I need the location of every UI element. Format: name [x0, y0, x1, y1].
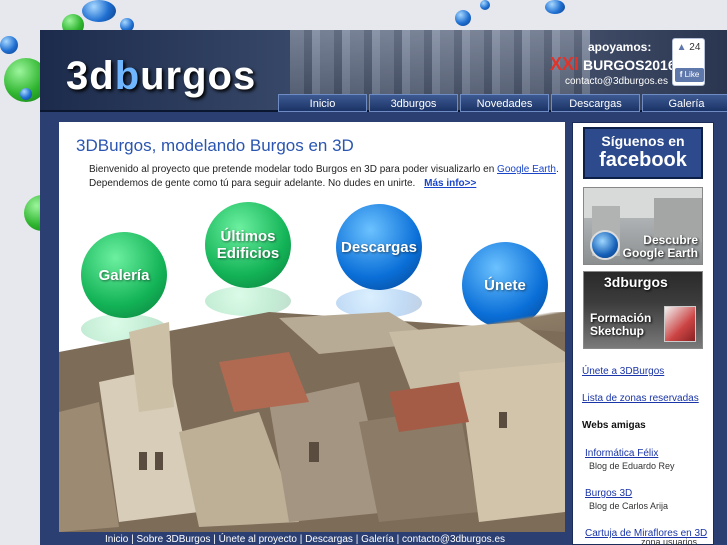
web-amiga-link-1[interactable]: Informática Félix — [585, 448, 658, 459]
fb-like-box[interactable]: ▲ 24 f Like — [672, 38, 705, 86]
galeria-circle-label: Galería — [98, 266, 150, 284]
bubble-decoration — [545, 0, 565, 14]
logo-text-highlight: b — [114, 54, 141, 98]
web-amiga-link-2[interactable]: Burgos 3D — [585, 488, 632, 499]
descargas-circle-button[interactable]: Descargas — [336, 204, 422, 290]
main-content: 3DBurgos, modelando Burgos en 3D Bienven… — [59, 122, 565, 532]
fb-follow-line2: facebook — [599, 149, 687, 171]
bubble-decoration — [0, 36, 18, 54]
pencil-icon — [664, 306, 696, 342]
apoyamos-label: apoyamos: — [588, 40, 652, 54]
fb-follow-line1: Síguenos en — [601, 133, 685, 149]
nav-item-3dburgos[interactable]: 3dburgos — [369, 94, 458, 112]
logo-text-suffix: urgos — [140, 54, 257, 98]
bubble-decoration — [480, 0, 490, 10]
nav-item-descargas[interactable]: Descargas — [551, 94, 640, 112]
thumbs-up-icon: ▲ — [676, 42, 687, 53]
ultimos-edificios-circle-button[interactable]: Últimos Edificios — [205, 202, 291, 288]
city-3d-illustration — [59, 312, 565, 532]
bubble-decoration — [20, 88, 32, 100]
site-logo[interactable]: 3dburgos — [66, 54, 256, 99]
web-amiga-sub-1: Blog de Eduardo Rey — [589, 461, 675, 471]
unete-circle-label: Únete — [484, 276, 526, 294]
google-earth-link[interactable]: Google Earth — [497, 164, 556, 175]
ge-line2: Google Earth — [622, 246, 698, 260]
web-amiga-sub-2: Blog de Carlos Arija — [589, 501, 669, 511]
google-earth-promo-text: Descubre Google Earth — [623, 234, 698, 260]
bubble-decoration — [455, 10, 471, 26]
zonas-reservadas-link[interactable]: Lista de zonas reservadas — [582, 393, 699, 404]
burgos-xxi-mark: XXI — [550, 54, 580, 74]
right-sidebar: Síguenos en facebook Descubre Google Ear… — [572, 122, 714, 545]
sk-line2: Sketchup — [590, 324, 645, 338]
web-amiga-sub-3: zona usuarios — [641, 537, 698, 545]
descargas-circle-label: Descargas — [341, 238, 417, 256]
city-3d-render — [59, 312, 565, 532]
nav-item-inicio[interactable]: Inicio — [278, 94, 367, 112]
sketchup-logo-text: 3dburgos — [604, 274, 668, 290]
sk-line1: Formación — [590, 311, 652, 325]
intro-text-part1: Bienvenido al proyecto que pretende mode… — [89, 164, 498, 175]
header-contact-email[interactable]: contacto@3dburgos.es — [565, 76, 668, 87]
footer-links[interactable]: Inicio | Sobre 3DBurgos | Únete al proye… — [105, 534, 505, 545]
nav-item-galeria[interactable]: Galería — [642, 94, 727, 112]
page-title: 3DBurgos, modelando Burgos en 3D — [76, 136, 354, 155]
nav-item-novedades[interactable]: Novedades — [460, 94, 549, 112]
burgos-2016-logo[interactable]: XXI BURGOS2016 — [550, 54, 676, 75]
sketchup-promo-text: Formación Sketchup — [590, 312, 651, 338]
mas-info-link[interactable]: Más info>> — [424, 178, 476, 189]
bubble-decoration — [82, 0, 116, 22]
fb-like-count-value: 24 — [689, 42, 701, 53]
google-earth-icon — [590, 230, 620, 260]
ge-line1: Descubre — [643, 233, 698, 247]
webs-amigas-heading: Webs amigas — [582, 420, 646, 431]
galeria-circle-button[interactable]: Galería — [81, 232, 167, 318]
sketchup-training-promo[interactable]: 3dburgos Formación Sketchup — [583, 271, 703, 349]
fb-like-label: Like — [684, 70, 700, 79]
fb-like-button[interactable]: f Like — [675, 68, 704, 82]
logo-text-prefix: 3d — [66, 54, 115, 98]
unete-sidebar-link[interactable]: Únete a 3DBurgos — [582, 366, 664, 377]
main-nav: Inicio 3dburgos Novedades Descargas Gale… — [278, 94, 727, 112]
edificios-circle-label: Edificios — [216, 245, 280, 262]
fb-like-count: ▲ 24 — [673, 42, 704, 53]
burgos-2016-text: BURGOS2016 — [583, 57, 676, 73]
intro-text: Bienvenido al proyecto que pretende mode… — [89, 163, 559, 191]
facebook-follow-banner[interactable]: Síguenos en facebook — [583, 127, 703, 179]
ultimos-circle-label: Últimos — [220, 228, 276, 245]
google-earth-promo[interactable]: Descubre Google Earth — [583, 187, 703, 265]
